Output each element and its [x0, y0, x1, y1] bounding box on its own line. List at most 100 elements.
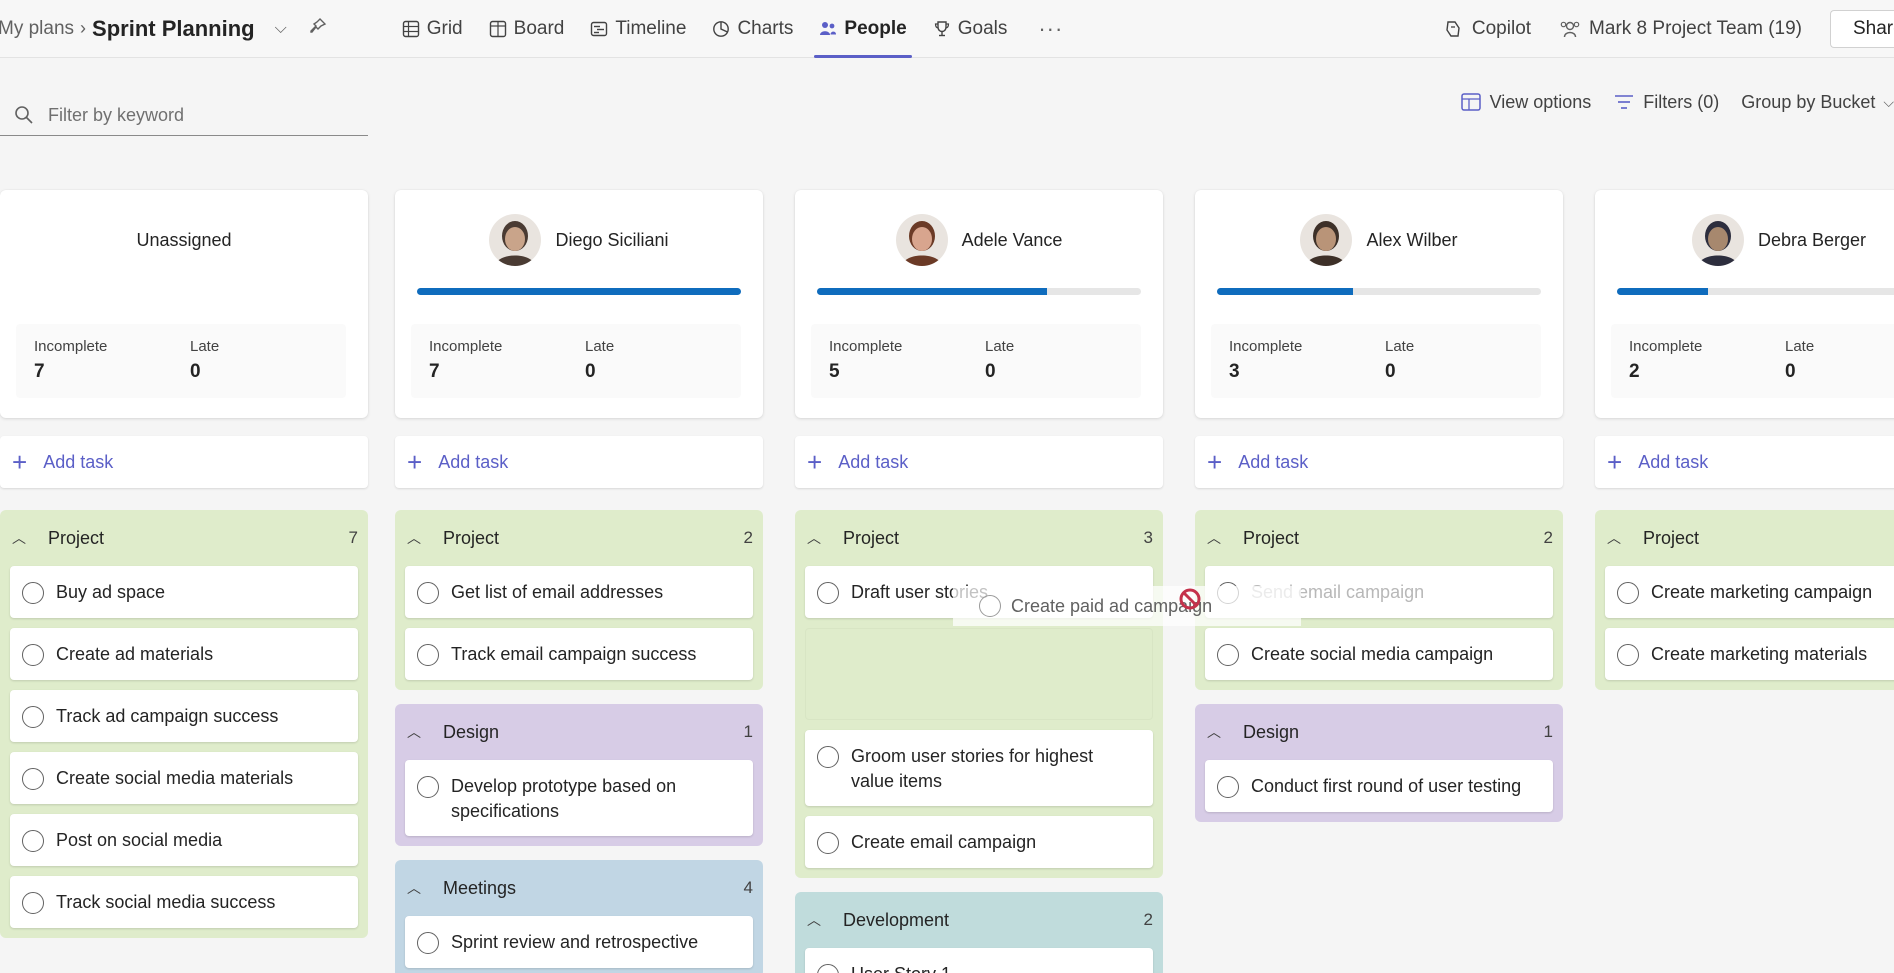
team-button[interactable]: Mark 8 Project Team (19) — [1559, 18, 1802, 40]
chevron-up-icon[interactable]: ︿ — [807, 910, 829, 930]
task-checkbox-icon[interactable] — [22, 768, 44, 790]
bucket-header[interactable]: ︿ Project 7 — [10, 510, 358, 566]
add-task-label: Add task — [43, 451, 114, 472]
view-options-button[interactable]: View options — [1460, 91, 1591, 113]
stat-late-label: Late — [1785, 338, 1815, 355]
task-card[interactable]: User Story 1 — [805, 948, 1153, 973]
task-card[interactable]: Create ad materials — [10, 628, 358, 680]
add-task-button[interactable]: + Add task — [1595, 436, 1894, 488]
chevron-up-icon[interactable]: ︿ — [407, 528, 429, 548]
task-checkbox-icon[interactable] — [417, 582, 439, 604]
task-card[interactable]: Track social media success — [10, 876, 358, 928]
chevron-up-icon[interactable]: ︿ — [1607, 528, 1629, 548]
task-card[interactable]: Groom user stories for highest value ite… — [805, 730, 1153, 806]
task-card[interactable]: Create marketing campaign — [1605, 566, 1894, 618]
breadcrumb-my-plans[interactable]: My plans — [0, 18, 74, 40]
task-checkbox-icon[interactable] — [417, 932, 439, 954]
task-checkbox-icon[interactable] — [22, 644, 44, 666]
chevron-up-icon[interactable]: ︿ — [407, 878, 429, 898]
share-button[interactable]: Share — [1830, 10, 1894, 48]
tab-people[interactable]: People — [806, 0, 919, 58]
tab-charts[interactable]: Charts — [699, 0, 806, 58]
task-stats: Incomplete 7 Late 0 — [411, 324, 741, 398]
bucket-header[interactable]: ︿ Project 2 — [1205, 510, 1553, 566]
task-checkbox-icon[interactable] — [1217, 776, 1239, 798]
task-card[interactable]: Create social media materials — [10, 752, 358, 804]
add-task-button[interactable]: + Add task — [1195, 436, 1563, 488]
task-checkbox-icon[interactable] — [817, 582, 839, 604]
task-card[interactable]: Track ad campaign success — [10, 690, 358, 742]
bucket-header[interactable]: ︿ Meetings 4 — [405, 860, 753, 916]
task-card[interactable]: Track email campaign success — [405, 628, 753, 680]
add-task-button[interactable]: + Add task — [0, 436, 368, 488]
plan-title[interactable]: Sprint Planning — [92, 16, 255, 42]
task-checkbox-icon[interactable] — [1617, 582, 1639, 604]
avatar[interactable] — [895, 214, 948, 266]
avatar[interactable] — [1691, 214, 1744, 266]
bucket-count: 3 — [1143, 528, 1153, 547]
stat-incomplete-value: 7 — [34, 361, 45, 382]
task-checkbox-icon[interactable] — [1617, 644, 1639, 666]
bucket-header[interactable]: ︿ Project 3 — [805, 510, 1153, 566]
task-checkbox-icon[interactable] — [22, 706, 44, 728]
bucket-header[interactable]: ︿ Development 2 — [805, 892, 1153, 948]
task-card[interactable]: Post on social media — [10, 814, 358, 866]
bucket-header[interactable]: ︿ Design 1 — [1205, 704, 1553, 760]
bucket-header[interactable]: ︿ Design 1 — [405, 704, 753, 760]
task-card[interactable]: Create email campaign — [805, 816, 1153, 868]
task-checkbox-icon[interactable] — [817, 964, 839, 973]
task-checkbox-icon[interactable] — [1217, 644, 1239, 666]
task-checkbox-icon[interactable] — [22, 892, 44, 914]
bucket-name: Design — [1243, 721, 1300, 742]
bucket-group: ︿ Design 1 Conduct first round of user t… — [1195, 704, 1563, 822]
stat-incomplete-label: Incomplete — [1629, 338, 1703, 355]
stat-incomplete-label: Incomplete — [829, 338, 903, 355]
stat-incomplete-label: Incomplete — [34, 338, 108, 355]
task-card[interactable]: Conduct first round of user testing — [1205, 760, 1553, 812]
completion-progress-bar — [1217, 288, 1541, 295]
task-checkbox-icon[interactable] — [817, 746, 839, 768]
tab-grid[interactable]: Grid — [389, 0, 476, 58]
task-checkbox-icon[interactable] — [817, 832, 839, 854]
task-checkbox-icon[interactable] — [22, 830, 44, 852]
chevron-up-icon[interactable]: ︿ — [1207, 722, 1229, 742]
task-stats: Incomplete 2 Late 0 — [1611, 324, 1894, 398]
task-card[interactable]: Create social media campaign — [1205, 628, 1553, 680]
bucket-header[interactable]: ︿ Project 2 — [405, 510, 753, 566]
tab-goals[interactable]: Goals — [920, 0, 1021, 58]
task-card[interactable]: Develop prototype based on specification… — [405, 760, 753, 836]
task-checkbox-icon[interactable] — [417, 644, 439, 666]
tab-board-label: Board — [513, 17, 565, 39]
chevron-up-icon[interactable]: ︿ — [407, 722, 429, 742]
stat-late-label: Late — [190, 338, 220, 355]
filter-keyword-input[interactable] — [0, 105, 368, 126]
tab-timeline[interactable]: Timeline — [577, 0, 699, 58]
task-title: Create marketing materials — [1651, 644, 1868, 664]
task-card[interactable]: Get list of email addresses — [405, 566, 753, 618]
chevron-up-icon[interactable]: ︿ — [1207, 528, 1229, 548]
add-task-button[interactable]: + Add task — [395, 436, 763, 488]
group-by-button[interactable]: Group by Bucket ⌵ — [1741, 92, 1894, 113]
chevron-up-icon[interactable]: ︿ — [807, 528, 829, 548]
stat-late: Late 0 — [190, 338, 346, 398]
avatar[interactable] — [489, 214, 542, 266]
tab-board[interactable]: Board — [476, 0, 578, 58]
bucket-group: ︿ Development 2 User Story 1 — [795, 892, 1163, 973]
drop-placeholder — [805, 628, 1153, 720]
avatar[interactable] — [1300, 214, 1353, 266]
task-checkbox-icon[interactable] — [22, 582, 44, 604]
task-card[interactable]: Buy ad space — [10, 566, 358, 618]
add-task-button[interactable]: + Add task — [795, 436, 1163, 488]
chevron-down-icon[interactable]: ⌵ — [275, 20, 287, 38]
bucket-header[interactable]: ︿ Project — [1605, 510, 1894, 566]
pin-icon[interactable] — [309, 17, 327, 40]
task-checkbox-icon[interactable] — [417, 776, 439, 798]
stat-late-value: 0 — [585, 361, 596, 382]
dragged-task[interactable]: Create paid ad campaign — [953, 586, 1301, 626]
more-views-button[interactable]: ··· — [1020, 0, 1081, 58]
task-card[interactable]: Sprint review and retrospective — [405, 916, 753, 968]
filters-button[interactable]: Filters (0) — [1613, 91, 1719, 113]
chevron-up-icon[interactable]: ︿ — [12, 528, 34, 548]
copilot-button[interactable]: Copilot — [1442, 18, 1531, 40]
task-card[interactable]: Create marketing materials — [1605, 628, 1894, 680]
